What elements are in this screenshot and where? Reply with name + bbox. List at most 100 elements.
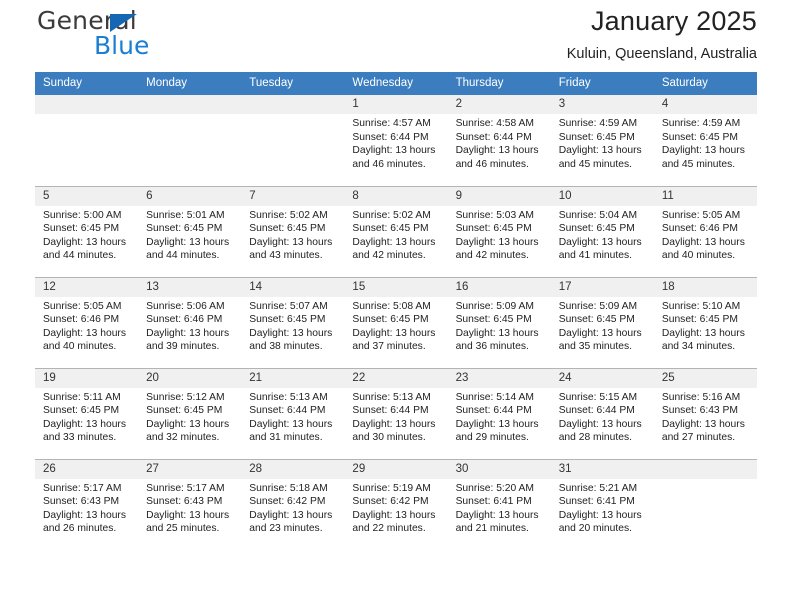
day-cell[interactable]: 29 Sunrise: 5:19 AM Sunset: 6:42 PM Dayl… [344, 459, 448, 550]
day-number: 24 [550, 368, 654, 388]
sunset-text: Sunset: 6:45 PM [352, 223, 429, 235]
day-cell[interactable]: 1 Sunrise: 4:57 AM Sunset: 6:44 PM Dayli… [344, 95, 448, 187]
day-info: Sunrise: 4:59 AM Sunset: 6:45 PM Dayligh… [654, 114, 757, 171]
week-row: 26 Sunrise: 5:17 AM Sunset: 6:43 PM Dayl… [35, 459, 757, 550]
day-number: 2 [447, 95, 551, 114]
day-cell[interactable]: 11 Sunrise: 5:05 AM Sunset: 6:46 PM Dayl… [653, 186, 757, 278]
day-cell[interactable]: 5 Sunrise: 5:00 AM Sunset: 6:45 PM Dayli… [35, 186, 139, 278]
day-info: Sunrise: 4:57 AM Sunset: 6:44 PM Dayligh… [344, 114, 447, 171]
day-cell[interactable]: 25 Sunrise: 5:16 AM Sunset: 6:43 PM Dayl… [653, 368, 757, 460]
daylight-text-line2: and 44 minutes. [146, 250, 220, 262]
sunrise-text: Sunrise: 5:03 AM [455, 209, 534, 221]
day-cell[interactable]: 22 Sunrise: 5:13 AM Sunset: 6:44 PM Dayl… [344, 368, 448, 460]
day-cell[interactable]: 15 Sunrise: 5:08 AM Sunset: 6:45 PM Dayl… [344, 277, 448, 369]
day-number: 21 [241, 368, 345, 388]
sunset-text: Sunset: 6:45 PM [146, 405, 223, 417]
sunrise-text: Sunrise: 4:57 AM [352, 118, 431, 129]
brand-logo[interactable]: General Blue [35, 6, 295, 68]
day-cell[interactable]: 30 Sunrise: 5:20 AM Sunset: 6:41 PM Dayl… [447, 459, 551, 550]
day-cell[interactable]: 10 Sunrise: 5:04 AM Sunset: 6:45 PM Dayl… [550, 186, 654, 278]
day-cell[interactable]: 28 Sunrise: 5:18 AM Sunset: 6:42 PM Dayl… [241, 459, 345, 550]
day-info: Sunrise: 5:19 AM Sunset: 6:42 PM Dayligh… [344, 479, 447, 536]
day-number: 18 [653, 277, 757, 297]
daylight-text-line1: Daylight: 13 hours [249, 327, 333, 339]
day-info [654, 479, 757, 482]
sunset-text: Sunset: 6:45 PM [661, 131, 738, 143]
daylight-text-line2: and 36 minutes. [455, 341, 529, 353]
day-cell[interactable]: 21 Sunrise: 5:13 AM Sunset: 6:44 PM Dayl… [241, 368, 345, 460]
day-cell[interactable]: 3 Sunrise: 4:59 AM Sunset: 6:45 PM Dayli… [550, 95, 654, 187]
day-cell[interactable] [138, 95, 242, 187]
daylight-text-line1: Daylight: 13 hours [558, 418, 642, 430]
sunrise-text: Sunrise: 5:05 AM [661, 209, 741, 221]
sunset-text: Sunset: 6:42 PM [249, 496, 326, 508]
day-cell[interactable]: 16 Sunrise: 5:09 AM Sunset: 6:45 PM Dayl… [447, 277, 551, 369]
daylight-text-line2: and 35 minutes. [558, 341, 632, 353]
day-cell[interactable]: 18 Sunrise: 5:10 AM Sunset: 6:45 PM Dayl… [653, 277, 757, 369]
daylight-text-line2: and 20 minutes. [558, 523, 632, 535]
day-cell[interactable]: 14 Sunrise: 5:07 AM Sunset: 6:45 PM Dayl… [241, 277, 345, 369]
sunset-text: Sunset: 6:46 PM [146, 314, 223, 326]
day-cell[interactable]: 19 Sunrise: 5:11 AM Sunset: 6:45 PM Dayl… [35, 368, 139, 460]
sunrise-text: Sunrise: 5:13 AM [352, 391, 431, 403]
sunrise-text: Sunrise: 5:04 AM [558, 209, 638, 221]
day-cell[interactable]: 24 Sunrise: 5:15 AM Sunset: 6:44 PM Dayl… [550, 368, 654, 460]
day-cell[interactable]: 20 Sunrise: 5:12 AM Sunset: 6:45 PM Dayl… [138, 368, 242, 460]
sunset-text: Sunset: 6:44 PM [455, 131, 532, 143]
day-info: Sunrise: 5:11 AM Sunset: 6:45 PM Dayligh… [35, 388, 138, 445]
day-cell[interactable]: 26 Sunrise: 5:17 AM Sunset: 6:43 PM Dayl… [35, 459, 139, 550]
day-cell[interactable]: 17 Sunrise: 5:09 AM Sunset: 6:45 PM Dayl… [550, 277, 654, 369]
day-number: 27 [138, 459, 242, 479]
daylight-text-line2: and 43 minutes. [249, 250, 323, 262]
sunset-text: Sunset: 6:45 PM [249, 314, 326, 326]
day-info: Sunrise: 5:09 AM Sunset: 6:45 PM Dayligh… [448, 297, 551, 354]
weekday-wednesday: Wednesday [344, 72, 448, 95]
daylight-text-line2: and 46 minutes. [455, 158, 529, 170]
day-number: 23 [447, 368, 551, 388]
sunrise-text: Sunrise: 5:01 AM [146, 209, 225, 221]
day-cell[interactable] [241, 95, 345, 187]
sunset-text: Sunset: 6:45 PM [558, 314, 635, 326]
day-info: Sunrise: 4:58 AM Sunset: 6:44 PM Dayligh… [448, 114, 551, 171]
day-cell[interactable]: 9 Sunrise: 5:03 AM Sunset: 6:45 PM Dayli… [447, 186, 551, 278]
daylight-text-line1: Daylight: 13 hours [43, 327, 126, 339]
day-cell[interactable]: 23 Sunrise: 5:14 AM Sunset: 6:44 PM Dayl… [447, 368, 551, 460]
day-cell[interactable]: 31 Sunrise: 5:21 AM Sunset: 6:41 PM Dayl… [550, 459, 654, 550]
sunrise-text: Sunrise: 5:14 AM [455, 391, 534, 403]
sunrise-text: Sunrise: 5:16 AM [661, 391, 741, 403]
day-number: 25 [653, 368, 757, 388]
day-info: Sunrise: 5:04 AM Sunset: 6:45 PM Dayligh… [551, 206, 654, 263]
daylight-text-line2: and 28 minutes. [558, 432, 632, 444]
day-info: Sunrise: 5:00 AM Sunset: 6:45 PM Dayligh… [35, 206, 138, 263]
day-cell[interactable]: 6 Sunrise: 5:01 AM Sunset: 6:45 PM Dayli… [138, 186, 242, 278]
sunrise-text: Sunrise: 4:58 AM [455, 118, 534, 129]
day-cell[interactable]: 2 Sunrise: 4:58 AM Sunset: 6:44 PM Dayli… [447, 95, 551, 187]
calendar-table: Sunday Monday Tuesday Wednesday Thursday… [35, 72, 757, 550]
sunset-text: Sunset: 6:45 PM [661, 314, 738, 326]
daylight-text-line1: Daylight: 13 hours [661, 145, 745, 157]
day-cell[interactable]: 7 Sunrise: 5:02 AM Sunset: 6:45 PM Dayli… [241, 186, 345, 278]
day-number [653, 459, 757, 479]
day-number: 1 [344, 95, 448, 114]
day-cell[interactable]: 27 Sunrise: 5:17 AM Sunset: 6:43 PM Dayl… [138, 459, 242, 550]
brand-triangle-icon [110, 14, 137, 32]
daylight-text-line1: Daylight: 13 hours [455, 145, 539, 157]
sunrise-text: Sunrise: 5:10 AM [661, 300, 741, 312]
day-cell[interactable]: 4 Sunrise: 4:59 AM Sunset: 6:45 PM Dayli… [653, 95, 757, 187]
daylight-text-line1: Daylight: 13 hours [352, 327, 436, 339]
daylight-text-line2: and 21 minutes. [455, 523, 529, 535]
sunset-text: Sunset: 6:44 PM [455, 405, 532, 417]
sunset-text: Sunset: 6:41 PM [455, 496, 532, 508]
daylight-text-line2: and 27 minutes. [661, 432, 736, 444]
day-cell[interactable] [35, 95, 139, 187]
daylight-text-line2: and 42 minutes. [352, 250, 426, 262]
day-cell[interactable]: 12 Sunrise: 5:05 AM Sunset: 6:46 PM Dayl… [35, 277, 139, 369]
day-info: Sunrise: 5:16 AM Sunset: 6:43 PM Dayligh… [654, 388, 757, 445]
sunrise-text: Sunrise: 5:17 AM [146, 482, 225, 494]
day-cell[interactable] [653, 459, 757, 550]
day-cell[interactable]: 8 Sunrise: 5:02 AM Sunset: 6:45 PM Dayli… [344, 186, 448, 278]
sunset-text: Sunset: 6:45 PM [43, 223, 120, 235]
day-cell[interactable]: 13 Sunrise: 5:06 AM Sunset: 6:46 PM Dayl… [138, 277, 242, 369]
day-info: Sunrise: 5:17 AM Sunset: 6:43 PM Dayligh… [35, 479, 138, 536]
day-info: Sunrise: 5:06 AM Sunset: 6:46 PM Dayligh… [138, 297, 241, 354]
